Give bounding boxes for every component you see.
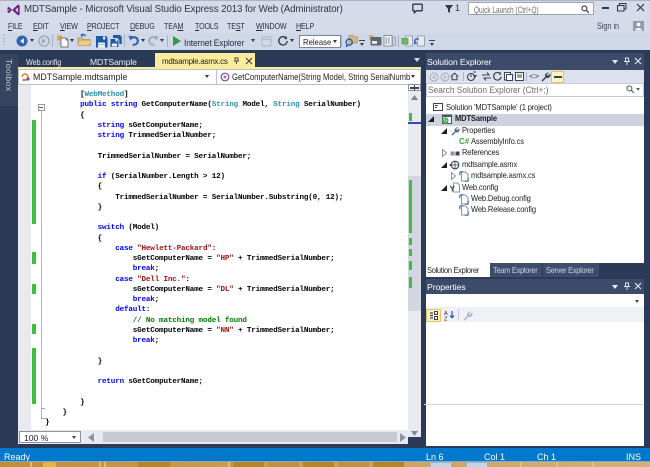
- svg-text:Z: Z: [444, 316, 448, 321]
